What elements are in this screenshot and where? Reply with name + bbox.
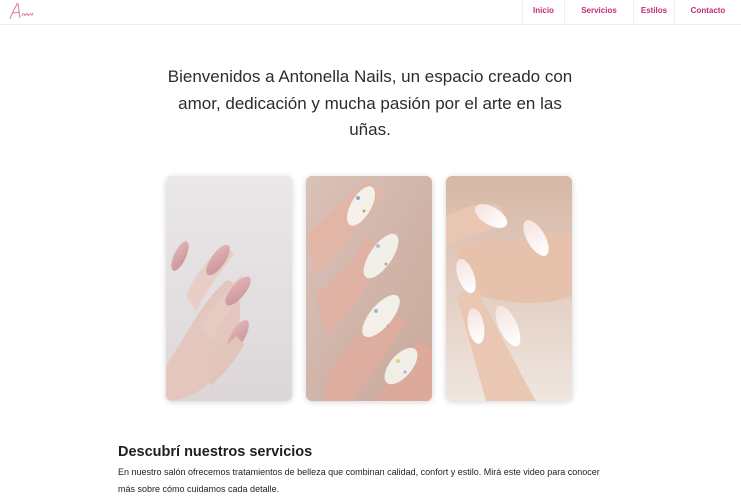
gallery-image-glitter-nails[interactable] xyxy=(306,176,432,401)
script-signature-logo-icon xyxy=(9,2,34,20)
services-description: En nuestro salón ofrecemos tratamientos … xyxy=(118,467,600,494)
nav-menu: Inicio Servicios Estilos Contacto xyxy=(522,0,741,24)
top-navbar: Inicio Servicios Estilos Contacto xyxy=(0,0,741,25)
nav-link-servicios[interactable]: Servicios xyxy=(564,0,633,24)
nav-link-estilos[interactable]: Estilos xyxy=(633,0,674,24)
nude-almond-nails-photo-icon xyxy=(166,176,292,401)
brand-logo[interactable] xyxy=(7,1,39,23)
glitter-white-nails-photo-icon xyxy=(306,176,432,401)
gallery-image-nude-nails[interactable] xyxy=(166,176,292,401)
gallery-image-french-nails[interactable] xyxy=(446,176,572,401)
services-heading: Descubrí nuestros servicios xyxy=(118,444,313,460)
welcome-text: Bienvenidos a Antonella Nails, un espaci… xyxy=(167,67,573,139)
nav-link-inicio[interactable]: Inicio xyxy=(522,0,564,24)
french-ombre-nails-photo-icon xyxy=(446,176,572,401)
nav-link-contacto[interactable]: Contacto xyxy=(674,0,741,24)
